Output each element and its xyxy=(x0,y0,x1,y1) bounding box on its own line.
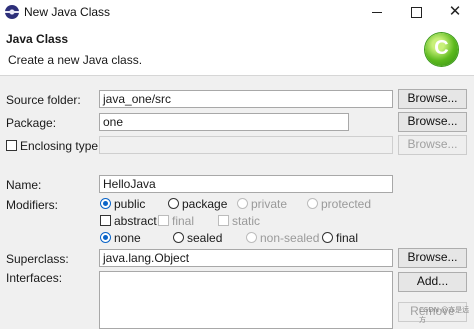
source-folder-browse-button[interactable]: Browse... xyxy=(398,89,467,109)
modifier-public-radio[interactable] xyxy=(100,198,111,209)
modifiers-label: Modifiers: xyxy=(6,198,59,212)
modifier-package-label: package xyxy=(182,197,228,211)
watermark: CSDN @亦是远方 xyxy=(419,306,470,324)
sealing-final-radio[interactable] xyxy=(322,232,333,243)
modifier-private-label: private xyxy=(251,197,288,211)
sealing-non-sealed-radio xyxy=(246,232,257,243)
modifier-protected-label: protected xyxy=(321,197,372,211)
title-bar: New Java Class ✕ xyxy=(0,0,474,25)
superclass-label: Superclass: xyxy=(6,252,69,266)
modifier-package-radio[interactable] xyxy=(168,198,179,209)
wizard-description: Create a new Java class. xyxy=(8,53,143,67)
banner-divider xyxy=(0,75,474,76)
modifier-static-label: static xyxy=(232,214,261,228)
modifier-private-radio xyxy=(237,198,248,209)
new-class-wizard-icon: C xyxy=(425,33,458,66)
class-name-input[interactable]: HelloJava xyxy=(99,175,393,193)
sealing-final-label: final xyxy=(336,231,359,245)
superclass-browse-button[interactable]: Browse... xyxy=(398,248,467,268)
sealing-none-radio[interactable] xyxy=(100,232,111,243)
enclosing-type-label: Enclosing type: xyxy=(20,139,102,153)
source-folder-label: Source folder: xyxy=(6,93,81,107)
modifier-abstract-checkbox[interactable] xyxy=(100,215,111,226)
sealing-sealed-label: sealed xyxy=(187,231,223,245)
close-icon[interactable]: ✕ xyxy=(436,0,474,25)
minimize-icon[interactable] xyxy=(358,0,396,25)
maximize-icon[interactable] xyxy=(397,0,435,25)
modifier-abstract-label: abstract xyxy=(114,214,157,228)
enclosing-type-checkbox[interactable] xyxy=(6,140,17,151)
superclass-input[interactable]: java.lang.Object xyxy=(99,249,393,267)
source-folder-input[interactable]: java_one/src xyxy=(99,90,393,108)
modifier-protected-radio xyxy=(307,198,318,209)
package-label: Package: xyxy=(6,116,57,130)
class-icon-letter: C xyxy=(434,37,449,59)
sealing-none-label: none xyxy=(114,231,141,245)
package-browse-button[interactable]: Browse... xyxy=(398,112,467,132)
modifier-final-checkbox xyxy=(158,215,169,226)
package-input[interactable]: one xyxy=(99,113,349,131)
eclipse-app-icon xyxy=(5,5,19,19)
sealing-sealed-radio[interactable] xyxy=(173,232,184,243)
enclosing-type-input xyxy=(99,136,393,154)
modifier-final-label: final xyxy=(172,214,195,228)
interfaces-add-button[interactable]: Add... xyxy=(398,272,467,292)
sealing-non-sealed-label: non-sealed xyxy=(260,231,320,245)
name-label: Name: xyxy=(6,178,42,192)
interfaces-label: Interfaces: xyxy=(6,271,63,285)
interfaces-list[interactable] xyxy=(99,271,393,329)
modifier-public-label: public xyxy=(114,197,146,211)
window-title: New Java Class xyxy=(24,5,111,19)
enclosing-type-browse-button: Browse... xyxy=(398,135,467,155)
wizard-banner: Java Class Create a new Java class. C xyxy=(0,25,474,75)
wizard-title: Java Class xyxy=(6,32,69,46)
modifier-static-checkbox xyxy=(218,215,229,226)
